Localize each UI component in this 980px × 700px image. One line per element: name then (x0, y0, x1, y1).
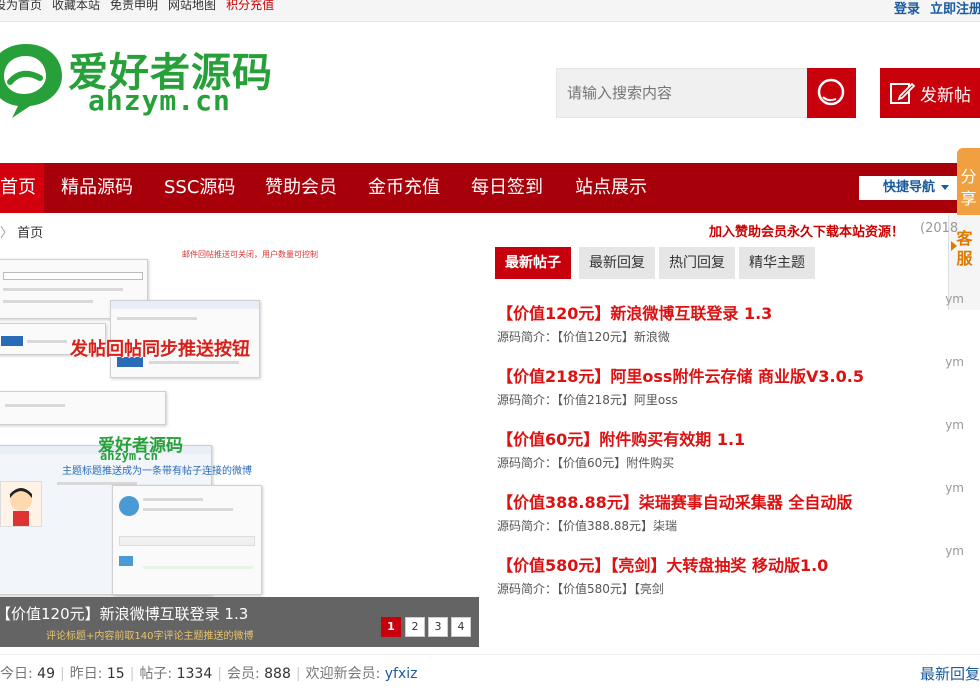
post-title[interactable]: 【价值120元】新浪微博互联登录 1.3 (497, 300, 980, 324)
slide-hint-text: 邮件回帖推送可关闭，用户数量可控制 (182, 250, 318, 259)
quick-nav-label: 快捷导航 (883, 180, 936, 195)
breadcrumb: 〉 首页 (0, 222, 43, 241)
nav-item-coin-recharge[interactable]: 金币充值 (368, 163, 440, 213)
set-homepage-link[interactable]: 设为首页 (0, 0, 42, 12)
latest-replies-link[interactable]: 最新回复 (920, 663, 980, 684)
post-title[interactable]: 【价值60元】附件购买有效期 1.1 (497, 426, 980, 450)
search-input[interactable] (557, 69, 807, 117)
stat-welcome-label: 欢迎新会员: (305, 666, 381, 682)
auth-links: 登录 立即注册 (884, 0, 980, 17)
tab-latest-replies[interactable]: 最新回复 (579, 247, 655, 279)
post-author[interactable]: ym (945, 355, 964, 369)
nav-item-sponsor-member[interactable]: 赞助会员 (265, 163, 337, 213)
points-recharge-link[interactable]: 积分充值 (226, 0, 274, 12)
list-item: 【价值218元】阿里oss附件云存储 商业版V3.0.5 源码简介：【价值218… (497, 355, 980, 408)
search-button[interactable] (807, 68, 856, 118)
stat-today-value: 49 (37, 666, 55, 682)
bookmark-link[interactable]: 收藏本站 (52, 0, 100, 12)
post-intro: 源码简介：【价值120元】新浪微 (497, 330, 670, 344)
site-stats: 今日: 49 | 昨日: 15 | 帖子: 1334 | 会员: 888 | 欢迎新会员: yf… (0, 663, 418, 683)
slide-note-text: 主题标题推送成为一条带有帖子连接的微博 (62, 466, 252, 477)
breadcrumb-home[interactable]: 首页 (17, 226, 43, 241)
edit-icon (890, 82, 916, 104)
tab-latest-posts[interactable]: 最新帖子 (495, 247, 571, 279)
stat-separator: | (295, 666, 301, 682)
list-item: 【价值388.88元】柒瑞赛事自动采集器 全自动版 源码简介：【价值388.88… (497, 481, 980, 534)
nav-item-home[interactable]: 首页 (0, 163, 44, 213)
new-post-button[interactable]: 发新帖 (880, 68, 980, 118)
slide-mock-panel (112, 485, 262, 595)
chevron-down-icon (941, 185, 950, 190)
quick-nav-dropdown[interactable]: 快捷导航 (859, 176, 959, 200)
stat-today-label: 今日: (0, 666, 33, 682)
slide-page-3[interactable]: 3 (428, 617, 448, 637)
stat-yesterday-value: 15 (106, 666, 125, 682)
new-member-link[interactable]: yfxiz (385, 666, 418, 682)
post-title[interactable]: 【价值388.88元】柒瑞赛事自动采集器 全自动版 (497, 489, 980, 513)
slide-page-2[interactable]: 2 (405, 617, 425, 637)
list-item: 【价值580元】【亮剑】大转盘抽奖 移动版1.0 源码简介：【价值580元】【亮… (497, 544, 980, 597)
post-title[interactable]: 【价值218元】阿里oss附件云存储 商业版V3.0.5 (497, 363, 980, 387)
nav-item-daily-checkin[interactable]: 每日签到 (471, 163, 543, 213)
search-icon (817, 78, 844, 106)
stat-separator: | (129, 666, 135, 682)
avatar (0, 481, 42, 527)
breadcrumb-separator-icon: 〉 (0, 226, 14, 241)
avatar-icon (10, 488, 32, 526)
divider (0, 654, 980, 655)
tab-hot-replies[interactable]: 热门回复 (659, 247, 735, 279)
slide-mock-panel (0, 391, 166, 425)
slide-caption-sub: 评论标题+内容前取140字评论主题推送的微博 (46, 631, 254, 642)
tab-featured[interactable]: 精华主题 (739, 247, 815, 279)
post-author[interactable]: ym (945, 292, 964, 306)
top-bar: 设为首页 收藏本站 免责申明 网站地图 积分充值 登录 立即注册 (0, 0, 980, 22)
stat-separator: | (217, 666, 222, 682)
slide-watermark-domain: ahzym.cn (100, 449, 158, 463)
nav-item-site-showcase[interactable]: 站点展示 (575, 163, 647, 213)
post-author[interactable]: ym (945, 481, 964, 495)
announcement-date: (2018 (920, 221, 959, 236)
post-intro: 源码简介：【价值218元】阿里oss (497, 393, 678, 407)
search-box (556, 68, 808, 118)
post-author[interactable]: ym (945, 418, 964, 432)
list-item: 【价值120元】新浪微博互联登录 1.3 源码简介：【价值120元】新浪微 ym (497, 292, 980, 345)
new-post-label: 发新帖 (920, 85, 971, 106)
slide-main-text: 发帖回帖同步推送按钮 (70, 339, 250, 360)
login-link[interactable]: 登录 (894, 2, 920, 17)
slide-page-1[interactable]: 1 (381, 617, 401, 637)
list-item: 【价值60元】附件购买有效期 1.1 源码简介：【价值60元】附件购买 ym (497, 418, 980, 471)
stat-yesterday-label: 昨日: (69, 666, 103, 682)
nav-item-ssc-source[interactable]: SSC源码 (164, 163, 235, 213)
post-author[interactable]: ym (945, 544, 964, 558)
stat-members-value: 888 (264, 666, 291, 682)
post-intro: 源码简介：【价值388.88元】柒瑞 (497, 519, 677, 533)
disclaimer-link[interactable]: 免责申明 (110, 0, 158, 12)
image-slider[interactable]: 邮件回帖推送可关闭，用户数量可控制 发帖回帖同步推送按钮 爱好者源码 ahzym… (0, 245, 479, 647)
stat-posts-label: 帖子: (139, 666, 173, 682)
post-intro: 源码简介：【价值580元】【亮剑 (497, 582, 664, 596)
nav-item-premium-source[interactable]: 精品源码 (61, 163, 133, 213)
arrow-right-icon (951, 241, 957, 251)
logo-icon (0, 44, 62, 118)
top-links: 设为首页 收藏本站 免责申明 网站地图 积分充值 (0, 0, 284, 12)
slide-caption-title[interactable]: 【价值120元】新浪微博互联登录 1.3 (0, 603, 248, 624)
post-intro: 源码简介：【价值60元】附件购买 (497, 456, 675, 470)
stat-members-label: 会员: (226, 666, 260, 682)
share-label: 分享 (960, 167, 977, 208)
main-nav: 首页 精品源码 SSC源码 赞助会员 金币充值 每日签到 站点展示 (0, 163, 980, 213)
service-label: 客服 (956, 229, 973, 268)
sitemap-link[interactable]: 网站地图 (168, 0, 216, 12)
announcement-link[interactable]: 加入赞助会员永久下载本站资源！ (709, 221, 904, 240)
stat-separator: | (60, 666, 65, 682)
slide-page-4[interactable]: 4 (451, 617, 471, 637)
post-title[interactable]: 【价值580元】【亮剑】大转盘抽奖 移动版1.0 (497, 552, 980, 576)
stat-posts-value: 1334 (176, 666, 213, 682)
logo-domain: ahzym.cn (88, 84, 231, 117)
register-link[interactable]: 立即注册 (930, 2, 980, 17)
